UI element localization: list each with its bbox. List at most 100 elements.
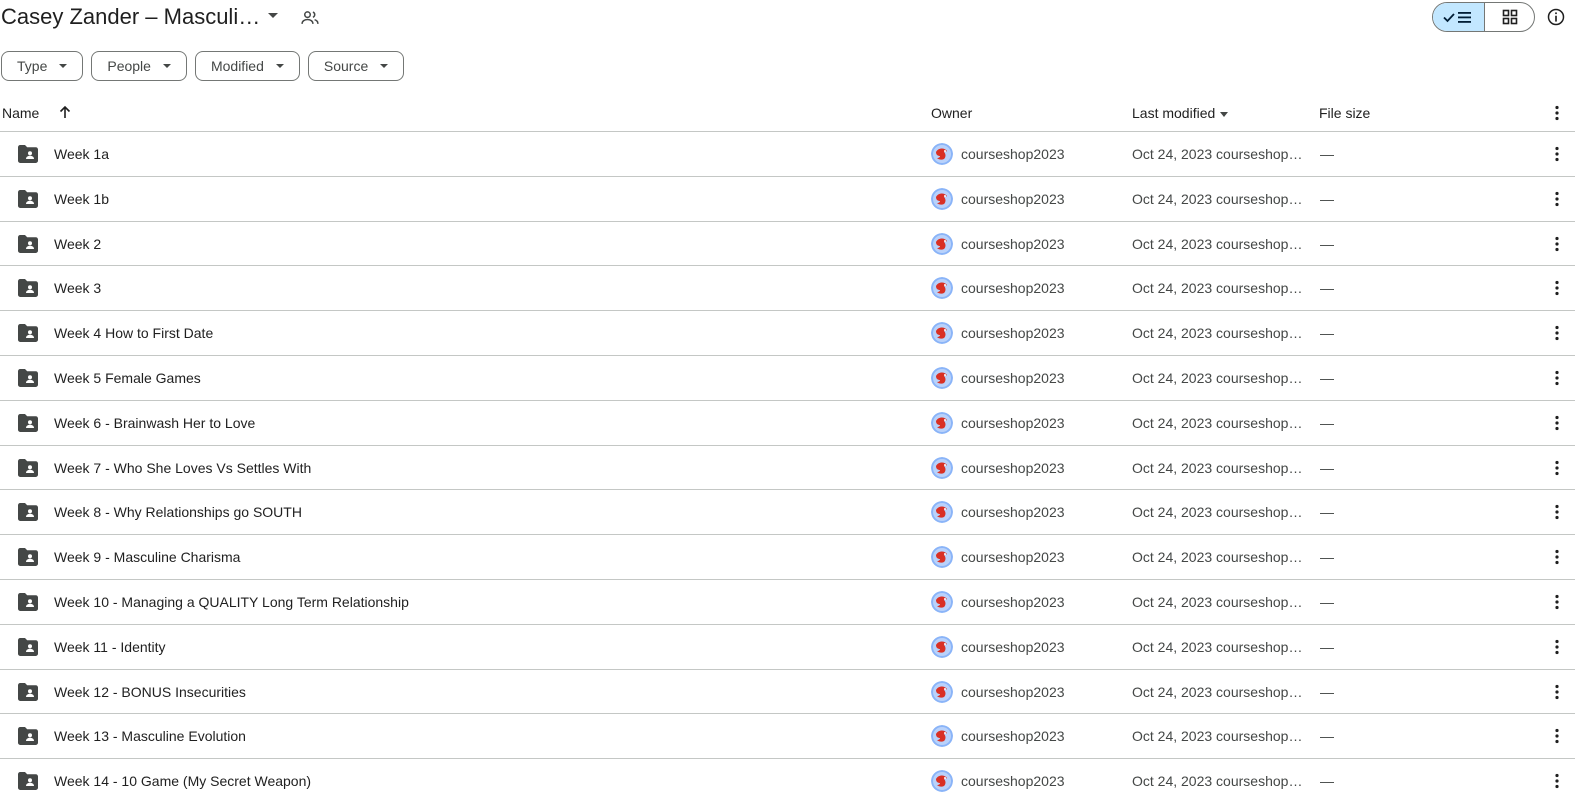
table-row[interactable]: Week 3 courseshop2023 Oct 24, 2023 courses…: [0, 266, 1575, 312]
column-header-last-modified[interactable]: Last modified: [1132, 105, 1229, 121]
more-vert-icon[interactable]: [1549, 593, 1565, 611]
grid-view-button[interactable]: [1485, 3, 1534, 31]
column-header-label: Last modified: [1132, 105, 1216, 121]
file-size: —: [1320, 325, 1334, 342]
table-row[interactable]: Week 1a courseshop2023 Oct 24, 2023 course…: [0, 132, 1575, 177]
shared-folder-icon: [18, 324, 38, 343]
avatar[interactable]: [931, 277, 953, 300]
table-row[interactable]: Week 4 How to First Date courseshop2023 Oc…: [0, 311, 1575, 356]
file-name[interactable]: Week 1b: [54, 191, 109, 207]
caret-down-icon: [162, 64, 171, 68]
file-name[interactable]: Week 6 - Brainwash Her to Love: [54, 415, 255, 431]
table-row[interactable]: Week 8 - Why Relationships go SOUTH cours…: [0, 490, 1575, 536]
table-row[interactable]: Week 9 - Masculine Charisma courseshop202…: [0, 535, 1575, 580]
file-size: —: [1320, 549, 1334, 566]
more-vert-icon[interactable]: [1549, 104, 1565, 122]
column-header-owner[interactable]: Owner: [931, 105, 972, 121]
file-name[interactable]: Week 3: [54, 280, 101, 296]
more-vert-icon[interactable]: [1549, 772, 1565, 790]
filter-label: People: [107, 58, 151, 74]
filter-people-chip[interactable]: People: [91, 51, 187, 81]
file-size: —: [1320, 593, 1334, 610]
avatar[interactable]: [931, 770, 953, 793]
file-name[interactable]: Week 10 - Managing a QUALITY Long Term R…: [54, 594, 409, 610]
file-name[interactable]: Week 13 - Masculine Evolution: [54, 728, 246, 744]
more-vert-icon[interactable]: [1549, 190, 1565, 208]
file-name[interactable]: Week 14 - 10 Game (My Secret Weapon): [54, 773, 311, 789]
table-row[interactable]: Week 14 - 10 Game (My Secret Weapon) cour…: [0, 759, 1575, 796]
more-vert-icon[interactable]: [1549, 638, 1565, 656]
more-vert-icon[interactable]: [1549, 324, 1565, 342]
file-size: —: [1320, 504, 1334, 521]
more-vert-icon[interactable]: [1549, 548, 1565, 566]
avatar[interactable]: [931, 322, 953, 345]
avatar[interactable]: [931, 411, 953, 434]
avatar[interactable]: [931, 590, 953, 613]
column-header-name[interactable]: Name: [2, 105, 39, 121]
filter-label: Source: [323, 58, 369, 74]
shared-folder-icon: [18, 279, 38, 298]
owner-name: courseshop2023: [961, 728, 1065, 745]
file-name[interactable]: Week 4 How to First Date: [54, 325, 213, 341]
more-vert-icon[interactable]: [1549, 369, 1565, 387]
file-size: —: [1320, 638, 1334, 655]
more-vert-icon[interactable]: [1549, 459, 1565, 477]
table-row[interactable]: Week 12 - BONUS Insecurities courseshop20…: [0, 670, 1575, 715]
more-vert-icon[interactable]: [1549, 683, 1565, 701]
last-modified: Oct 24, 2023 courseshop2023: [1132, 414, 1310, 431]
file-name[interactable]: Week 1a: [54, 146, 109, 162]
more-vert-icon[interactable]: [1549, 414, 1565, 432]
last-modified: Oct 24, 2023 courseshop2023: [1132, 325, 1310, 342]
filter-modified-chip[interactable]: Modified: [194, 51, 300, 81]
file-name[interactable]: Week 5 Female Games: [54, 370, 201, 386]
check-list-icon: [1442, 12, 1471, 23]
last-modified: Oct 24, 2023 courseshop2023: [1132, 683, 1310, 700]
more-vert-icon[interactable]: [1549, 503, 1565, 521]
file-size: —: [1320, 773, 1334, 790]
more-vert-icon[interactable]: [1549, 727, 1565, 745]
shared-folder-icon: [18, 413, 38, 432]
more-vert-icon[interactable]: [1549, 145, 1565, 163]
file-name[interactable]: Week 12 - BONUS Insecurities: [54, 684, 246, 700]
table-row[interactable]: Week 5 Female Games courseshop2023 Oct 24,…: [0, 356, 1575, 401]
last-modified: Oct 24, 2023 courseshop2023: [1132, 146, 1310, 162]
column-header-file-size[interactable]: File size: [1319, 105, 1370, 121]
avatar[interactable]: [931, 143, 953, 165]
avatar[interactable]: [931, 635, 953, 658]
avatar[interactable]: [931, 187, 953, 210]
filter-source-chip[interactable]: Source: [307, 51, 405, 81]
file-name[interactable]: Week 9 - Masculine Charisma: [54, 549, 240, 565]
info-icon[interactable]: [1546, 7, 1566, 27]
file-size: —: [1320, 459, 1334, 476]
file-name[interactable]: Week 2: [54, 236, 101, 252]
more-vert-icon[interactable]: [1549, 279, 1565, 297]
table-row[interactable]: Week 13 - Masculine Evolution courseshop2…: [0, 714, 1575, 760]
file-name[interactable]: Week 11 - Identity: [54, 639, 166, 655]
table-row[interactable]: Week 6 - Brainwash Her to Love courseshop…: [0, 401, 1575, 446]
avatar[interactable]: [931, 680, 953, 703]
caret-down-icon[interactable]: [268, 13, 278, 18]
file-name[interactable]: Week 8 - Why Relationships go SOUTH: [54, 504, 302, 520]
last-modified: Oct 24, 2023 courseshop2023: [1132, 280, 1310, 297]
avatar[interactable]: [931, 725, 953, 748]
filter-type-chip[interactable]: Type: [1, 51, 84, 81]
arrow-up-icon[interactable]: [57, 104, 73, 120]
folder-title[interactable]: Casey Zander – Masculi…: [1, 4, 260, 30]
table-row[interactable]: Week 1b courseshop2023 Oct 24, 2023 course…: [0, 177, 1575, 222]
avatar[interactable]: [931, 456, 953, 479]
more-vert-icon[interactable]: [1549, 235, 1565, 253]
people-icon[interactable]: [300, 8, 320, 28]
table-row[interactable]: Week 11 - Identity courseshop2023 Oct 24, …: [0, 625, 1575, 670]
file-name[interactable]: Week 7 - Who She Loves Vs Settles With: [54, 460, 311, 476]
avatar[interactable]: [931, 546, 953, 569]
list-view-button[interactable]: [1433, 3, 1485, 31]
avatar[interactable]: [931, 232, 953, 255]
owner-name: courseshop2023: [961, 146, 1065, 162]
owner-name: courseshop2023: [961, 325, 1065, 342]
avatar[interactable]: [931, 366, 953, 389]
avatar[interactable]: [931, 501, 953, 524]
table-row[interactable]: Week 7 - Who She Loves Vs Settles With co…: [0, 446, 1575, 491]
table-row[interactable]: Week 2 courseshop2023 Oct 24, 2023 courses…: [0, 222, 1575, 267]
owner-name: courseshop2023: [961, 414, 1065, 431]
table-row[interactable]: Week 10 - Managing a QUALITY Long Term R…: [0, 580, 1575, 625]
